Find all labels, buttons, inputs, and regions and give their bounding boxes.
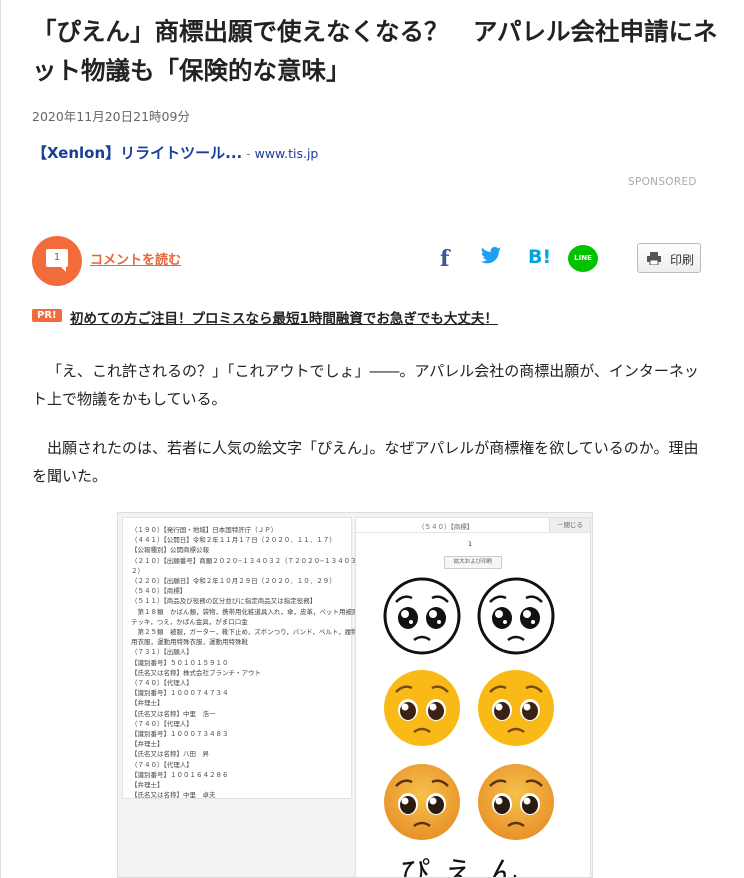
document-line: 第１８類 かばん類，袋物，携帯用化粧道具入れ，傘，皮革，ペット用被服類，ス	[131, 607, 379, 616]
document-line: （４４１）【公開日】令和２年１１月１７日（２０２０．１１．１７）	[131, 536, 336, 545]
document-line: （７４０）【代理人】	[131, 679, 193, 687]
document-line: （２２０）【出願日】令和２年１０月２９日（２０２０．１０．２９）	[131, 577, 336, 585]
document-line: 【氏名又は名称】中里 卓夫	[131, 791, 216, 800]
document-line: 【弁理士】	[131, 740, 164, 749]
ad-title[interactable]: 【Xenlon】リライトツール...	[32, 144, 242, 162]
document-line: 【識別番号】５０１０１５９１０	[131, 658, 229, 667]
trademark-image-panel: （５４０）【商標】 －閉じる 1 拡大および印刷 ぴえん	[355, 517, 591, 878]
comment-count-button[interactable]: 1	[32, 236, 82, 286]
document-line: 【氏名又は名称】八田 昇	[131, 750, 209, 759]
document-line: 【公報種別】公開商標公報	[131, 546, 209, 555]
document-line: （７４０）【代理人】	[131, 760, 193, 769]
document-line: ２）	[131, 566, 144, 575]
document-line: （２１０）【出願番号】商願２０２０−１３４０３２（Ｔ２０２０−１３４０３	[131, 556, 357, 565]
page-number: 1	[468, 540, 473, 548]
document-line: 用衣服，運動用特殊衣服，運動用特殊靴	[131, 638, 248, 647]
pleading-face-shaded-icon	[384, 764, 460, 840]
document-line: 【識別番号】１０００７３４８３	[131, 730, 229, 738]
article-paragraph: 出願されたのは、若者に人気の絵文字「ぴえん」。なぜアパレルが商標権を欲しているの…	[32, 434, 712, 490]
document-line: 【識別番号】１０００７４７３４	[131, 689, 229, 698]
pleading-face-shaded-icon	[478, 764, 554, 840]
document-line: 【氏名又は名称】中里 浩一	[131, 709, 216, 718]
line-icon[interactable]: LINE	[568, 245, 598, 272]
document-line: （１９０）【発行国・地域】日本国特許庁（ＪＰ）	[131, 526, 278, 534]
trademark-screenshot-figure: （１９０）【発行国・地域】日本国特許庁（ＪＰ） （４４１）【公開日】令和２年１１月…	[117, 512, 593, 878]
pr-badge: PR!	[32, 309, 62, 322]
document-line: （５１１）【商品及び役務の区分並びに指定商品又は指定役務】	[131, 597, 317, 606]
print-button[interactable]: 印刷	[637, 243, 701, 273]
twitter-icon[interactable]	[480, 246, 502, 271]
ad-domain[interactable]: www.tis.jp	[255, 146, 319, 161]
print-label: 印刷	[670, 253, 695, 267]
enlarge-print-button[interactable]: 拡大および印刷	[444, 556, 502, 569]
comment-bubble-tail	[60, 266, 66, 272]
sponsored-ad[interactable]: 【Xenlon】リライトツール... - www.tis.jp	[32, 142, 318, 163]
comment-count: 1	[53, 252, 61, 263]
hatena-bookmark-icon[interactable]: B!	[528, 246, 551, 268]
paragraph-text: 出願されたのは、若者に人気の絵文字「ぴえん」。なぜアパレルが商標権を欲しているの…	[32, 439, 699, 485]
document-line: 【識別番号】１００１６４２８６	[131, 770, 229, 779]
pleading-face-yellow-icon	[478, 670, 554, 746]
document-line: 【弁理士】	[131, 699, 164, 708]
document-line: 第２５類 被服，ガーター，靴下止め，ズボンつり，バンド，ベルト，履物，仮装	[131, 628, 378, 636]
pleading-face-yellow-icon	[384, 670, 460, 746]
comment-bubble-icon: 1	[46, 249, 68, 267]
close-button[interactable]: －閉じる	[549, 518, 590, 532]
printer-icon	[647, 252, 661, 265]
facebook-icon[interactable]: f	[440, 246, 449, 272]
trademark-code: （５４０）【商標】	[418, 523, 474, 531]
read-comments-link[interactable]: コメントを読む	[90, 249, 181, 268]
article-paragraph: 「え、これ許されるの？」「これアウトでしょ」――。アパレル会社の商標出願が、イン…	[32, 357, 712, 413]
document-line: 【弁理士】	[131, 781, 164, 789]
image-panel-header: （５４０）【商標】 －閉じる	[356, 518, 590, 533]
paragraph-text: 「え、これ許されるの？」「これアウトでしょ」――。アパレル会社の商標出願が、イン…	[32, 362, 699, 408]
document-line: （７４０）【代理人】	[131, 719, 193, 728]
document-line: テッキ，つえ，かばん金具，がま口口金	[131, 617, 248, 626]
document-line: （７３１）【出願人】	[131, 648, 193, 657]
pleading-face-outline-icon	[383, 577, 461, 655]
document-line: （５４０）【商標】	[131, 587, 187, 596]
trademark-document-panel: （１９０）【発行国・地域】日本国特許庁（ＪＰ） （４４１）【公開日】令和２年１１月…	[122, 517, 378, 800]
pleading-face-outline-icon	[477, 577, 555, 655]
article-title: 「ぴえん」商標出願で使えなくなる？ アパレル会社申請にネット物議も「保険的な意味…	[32, 17, 718, 85]
left-border	[0, 0, 1, 878]
document-line: 【氏名又は名称】株式会社ブランチ・アウト	[131, 668, 261, 677]
sponsored-label: SPONSORED	[628, 176, 697, 188]
ad-separator: -	[246, 147, 251, 161]
pr-link[interactable]: 初めての方ご注目！プロミスなら最短1時間融資でお急ぎでも大丈夫！	[70, 307, 498, 327]
article-date: 2020年11月20日21時09分	[32, 109, 190, 124]
trademark-caption: ぴえん	[400, 856, 532, 878]
